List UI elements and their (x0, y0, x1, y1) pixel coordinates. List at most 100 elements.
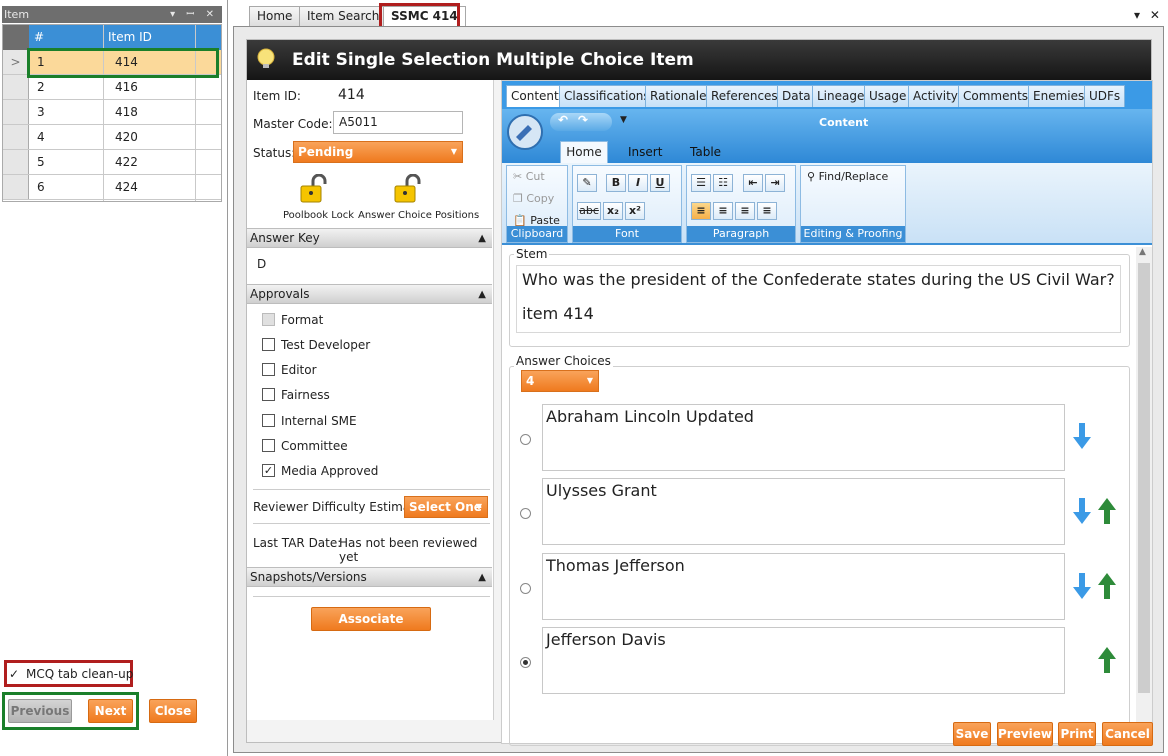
item-panel-titlebar: Item ▾ ꟷ ✕ (2, 6, 222, 23)
approvals-section-header[interactable]: Approvals ▲ (247, 284, 492, 304)
underline-button[interactable]: U (650, 174, 670, 192)
lock-icon[interactable] (299, 174, 331, 204)
approval-internal-sme: Internal SME (281, 414, 357, 428)
tab-comments[interactable]: Comments (958, 85, 1034, 107)
ribbon-tab-table[interactable]: Table (690, 145, 721, 159)
choice-radio-b[interactable] (520, 508, 531, 519)
table-row[interactable]: 4 420 (3, 125, 221, 150)
table-row[interactable]: 6 424 (3, 175, 221, 200)
row-selector (3, 100, 29, 124)
chevron-down-icon[interactable]: ▼ (620, 115, 627, 125)
chevron-up-icon[interactable]: ▲ (1139, 247, 1146, 257)
answer-choice-d[interactable]: Jefferson Davis (542, 627, 1065, 694)
undo-icon[interactable]: ↶ (558, 113, 568, 127)
justify-icon[interactable]: ≡ (757, 202, 777, 220)
content-scrollbar[interactable]: ▲ ▼ (1136, 247, 1152, 744)
editor-checkbox[interactable] (262, 363, 275, 376)
align-right-icon[interactable]: ≡ (735, 202, 755, 220)
tab-references[interactable]: References (706, 85, 783, 107)
numbering-icon[interactable]: ☷ (713, 174, 733, 192)
answer-choice-b[interactable]: Ulysses Grant (542, 478, 1065, 545)
tab-item-search[interactable]: Item Search (299, 6, 388, 26)
internal-sme-checkbox[interactable] (262, 414, 275, 427)
window-controls[interactable]: ▾ ✕ (1134, 8, 1163, 22)
preview-button[interactable]: Preview (997, 722, 1053, 746)
grid-header-item-id[interactable]: Item ID (103, 25, 195, 50)
next-button[interactable]: Next (88, 699, 133, 723)
lock-icon[interactable] (393, 174, 425, 204)
print-button[interactable]: Print (1058, 722, 1096, 746)
tab-content[interactable]: Content (506, 85, 564, 107)
answer-choice-a[interactable]: Abraham Lincoln Updated (542, 404, 1065, 471)
paragraph-group: ☰ ☷ ⇤ ⇥ ≡ ≡ ≡ ≡ Paragraph (686, 165, 796, 243)
copy-button[interactable]: ❐ Copy (513, 192, 554, 205)
save-button[interactable]: Save (953, 722, 991, 746)
answer-key-section-header[interactable]: Answer Key ▲ (247, 228, 492, 248)
ribbon-tab-insert[interactable]: Insert (628, 145, 662, 159)
subscript-button[interactable]: x₂ (603, 202, 623, 220)
format-painter-icon[interactable]: ✎ (577, 174, 597, 192)
tab-lineage[interactable]: Lineage (812, 85, 870, 107)
move-down-icon[interactable] (1073, 498, 1091, 524)
increase-indent-icon[interactable]: ⇥ (765, 174, 785, 192)
superscript-button[interactable]: x² (625, 202, 645, 220)
move-up-icon[interactable] (1098, 498, 1116, 524)
format-checkbox[interactable] (262, 313, 275, 326)
status-dropdown[interactable]: Pending ▼ (293, 141, 463, 163)
master-code-field[interactable]: A5011 (333, 111, 463, 134)
strikethrough-button[interactable]: abc (577, 202, 601, 220)
choice-radio-d[interactable] (520, 657, 531, 668)
bold-button[interactable]: B (606, 174, 626, 192)
tab-data[interactable]: Data (777, 85, 816, 107)
table-row[interactable]: 5 422 (3, 150, 221, 175)
cancel-button[interactable]: Cancel (1102, 722, 1153, 746)
tab-rationale[interactable]: Rationale (645, 85, 712, 107)
move-up-icon[interactable] (1098, 573, 1116, 599)
move-up-icon[interactable] (1098, 647, 1116, 673)
italic-button[interactable]: I (628, 174, 648, 192)
clipboard-caption: Clipboard (507, 226, 567, 242)
committee-checkbox[interactable] (262, 439, 275, 452)
tab-activity[interactable]: Activity (908, 85, 963, 107)
tab-usage[interactable]: Usage (864, 85, 912, 107)
table-row[interactable]: 2 416 (3, 75, 221, 100)
fairness-checkbox[interactable] (262, 388, 275, 401)
scrollbar-thumb[interactable] (1138, 263, 1150, 693)
align-center-icon[interactable]: ≡ (713, 202, 733, 220)
ribbon-tab-home[interactable]: Home (560, 141, 608, 163)
row-item-id: 418 (115, 105, 138, 119)
decrease-indent-icon[interactable]: ⇤ (743, 174, 763, 192)
media-approved-checkbox[interactable]: ✓ (262, 464, 275, 477)
panel-controls[interactable]: ▾ ꟷ ✕ (170, 6, 218, 23)
answer-key-header: Answer Key (250, 231, 320, 245)
find-replace-button[interactable]: ⚲ Find/Replace (807, 170, 888, 183)
row-selector (3, 175, 29, 199)
snapshots-section-header[interactable]: Snapshots/Versions ▲ (247, 567, 492, 587)
redo-icon[interactable]: ↷ (578, 113, 588, 127)
choice-radio-c[interactable] (520, 583, 531, 594)
reviewer-difficulty-dropdown[interactable]: Select One ▼ (404, 496, 488, 518)
bullets-icon[interactable]: ☰ (691, 174, 711, 192)
tab-home[interactable]: Home (249, 6, 301, 26)
choice-count-dropdown[interactable]: 4 ▼ (521, 370, 599, 392)
previous-button[interactable]: Previous (8, 699, 72, 723)
item-id-value: 414 (338, 87, 365, 103)
tab-classifications[interactable]: Classifications (559, 85, 655, 107)
align-left-icon[interactable]: ≡ (691, 202, 711, 220)
test-developer-checkbox[interactable] (262, 338, 275, 351)
chevron-up-icon: ▲ (478, 572, 486, 583)
tab-enemies[interactable]: Enemies (1028, 85, 1090, 107)
cut-button[interactable]: ✂ Cut (513, 170, 545, 183)
row-indicator: > (3, 50, 29, 74)
stem-editor[interactable]: Who was the president of the Confederate… (516, 265, 1121, 333)
grid-header-num[interactable]: # (29, 25, 103, 50)
choice-radio-a[interactable] (520, 434, 531, 445)
answer-choice-c[interactable]: Thomas Jefferson (542, 553, 1065, 620)
associate-passage-button[interactable]: Associate Passage (311, 607, 431, 648)
application-menu-icon[interactable] (506, 113, 544, 151)
table-row[interactable]: 3 418 (3, 100, 221, 125)
move-down-icon[interactable] (1073, 573, 1091, 599)
tab-udfs[interactable]: UDFs (1084, 85, 1126, 107)
close-button[interactable]: Close (149, 699, 197, 723)
move-down-icon[interactable] (1073, 423, 1091, 449)
